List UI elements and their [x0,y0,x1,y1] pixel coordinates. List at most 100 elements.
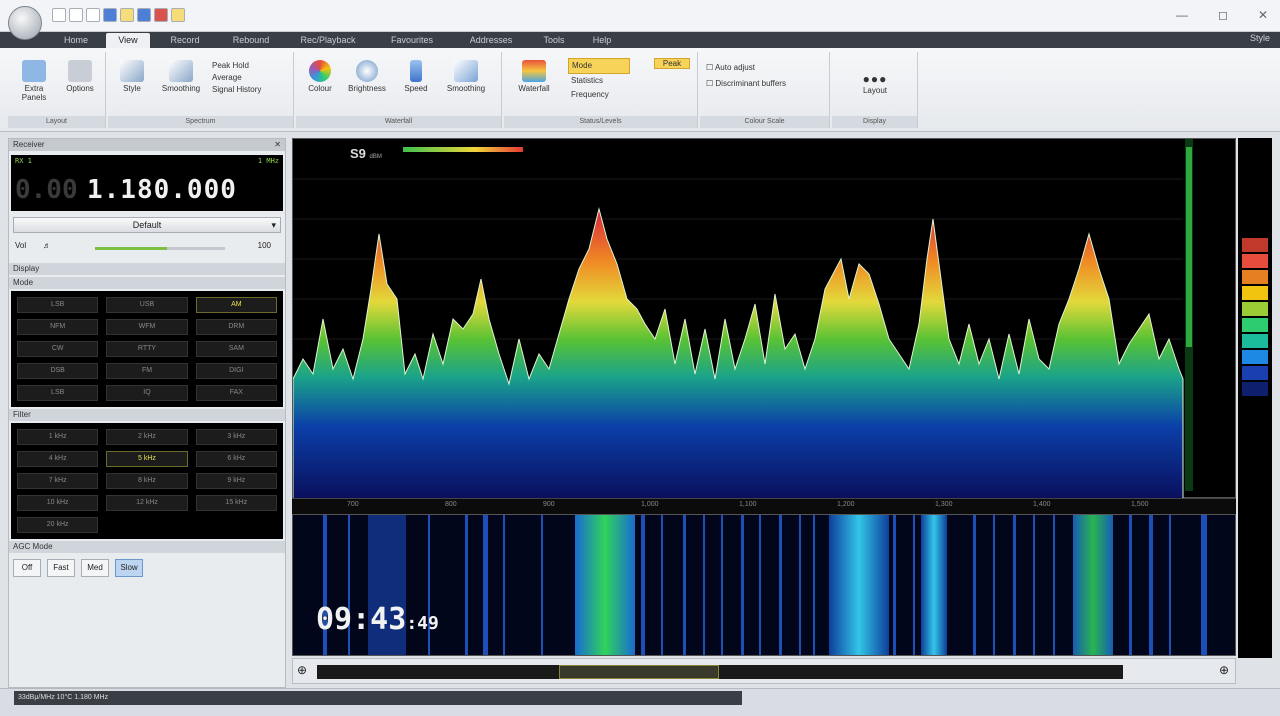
status-bar: 33dBμ/MHz 10°C 1.180 MHz [0,688,1280,716]
mode-button[interactable]: DRM [195,319,277,335]
volume-slider[interactable] [95,247,225,250]
ribbon-group-spectrum: Style Smoothing Peak Hold Average Signal… [108,52,294,128]
magnifier-icon [356,60,378,82]
options-button[interactable]: Options [58,60,102,93]
colour-scale-options[interactable]: ☐ Auto adjust ☐ Discriminant buffers [706,60,826,92]
agc-med-button[interactable]: Med [81,559,109,577]
chevron-down-icon: ▾ [271,220,276,230]
zoom-out-icon[interactable]: ⊕ [297,663,307,677]
auto-adjust-checkbox[interactable]: ☐ Auto adjust [706,60,826,76]
smoothing-button[interactable]: Smoothing [156,60,206,93]
clock-display: 09:43:49 [316,602,439,637]
style-menu[interactable]: Style [1250,33,1270,43]
tab-home[interactable]: Home [50,33,102,48]
mode-button[interactable]: IQ [106,385,188,401]
display-section-title[interactable]: Display [9,263,285,275]
mode-button[interactable]: AM [195,297,277,313]
filter-button[interactable]: 9 kHz [195,473,277,489]
filter-button[interactable]: 10 kHz [17,495,99,511]
status-text: 33dBμ/MHz 10°C 1.180 MHz [14,691,742,705]
mode-button[interactable]: DSB [17,363,99,379]
tab-help[interactable]: Help [582,33,622,48]
close-icon[interactable]: ✕ [1258,8,1268,22]
frequency-value[interactable]: 1.180.000 [87,175,237,205]
brightness-button[interactable]: Brightness [342,60,392,93]
filter-button[interactable]: 15 kHz [195,495,277,511]
average-option[interactable]: Average [212,72,288,84]
tab-tools[interactable]: Tools [534,33,574,48]
maximize-icon[interactable]: ◻ [1218,8,1228,22]
tab-rebound[interactable]: Rebound [222,33,280,48]
filter-button[interactable]: 20 kHz [17,517,99,533]
zoom-in-icon[interactable]: ⊕ [1219,663,1229,677]
tab-record[interactable]: Record [156,33,214,48]
panel-close-icon[interactable]: ✕ [274,139,281,151]
filter-button[interactable]: 6 kHz [195,451,277,467]
colour-scale-bar[interactable] [1238,138,1272,658]
style-button[interactable]: Style [112,60,152,93]
agc-slow-button[interactable]: Slow [115,559,143,577]
folder-icon[interactable] [171,8,185,22]
tab-view[interactable]: View [106,33,150,48]
status-options[interactable]: Mode Statistics Frequency [568,58,630,102]
mode-button[interactable]: USB [106,297,188,313]
new-icon[interactable] [52,8,66,22]
filter-button[interactable]: 7 kHz [17,473,99,489]
spectrum-display[interactable] [292,138,1236,500]
discriminant-buffers-checkbox[interactable]: ☐ Discriminant buffers [706,76,826,92]
mode-button[interactable]: NFM [17,319,99,335]
ruler-tick-label: 900 [543,501,555,508]
mode-button[interactable]: LSB [17,385,99,401]
filter-button[interactable]: 5 kHz [106,451,188,467]
group-title: Display [832,116,917,128]
filter-button[interactable]: 8 kHz [106,473,188,489]
tab-favourites[interactable]: Favourites [376,33,448,48]
extra-panels-button[interactable]: Extra Panels [14,60,54,102]
agc-fast-button[interactable]: Fast [47,559,75,577]
mode-button[interactable]: RTTY [106,341,188,357]
agc-off-button[interactable]: Off [13,559,41,577]
mode-button[interactable]: CW [17,341,99,357]
mode-option[interactable]: Mode [568,58,630,74]
filter-button[interactable]: 3 kHz [195,429,277,445]
save-icon[interactable] [86,8,100,22]
speed-button[interactable]: Speed [396,60,436,93]
waterfall-button[interactable]: Waterfall [508,60,560,93]
navigator-track[interactable] [317,665,1123,679]
tab-rec-playback[interactable]: Rec/Playback [288,33,368,48]
filter-button[interactable]: 4 kHz [17,451,99,467]
frequency-navigator[interactable]: ⊕ ⊕ [292,658,1236,684]
tab-addresses[interactable]: Addresses [456,33,526,48]
spectrum-options[interactable]: Peak Hold Average Signal History [212,60,288,96]
waterfall-smoothing-button[interactable]: Smoothing [436,60,496,93]
navigator-thumb[interactable] [559,665,719,679]
app-menu-button[interactable] [8,6,42,40]
speaker-icon[interactable]: ♬ [43,241,51,250]
mode-button[interactable]: FM [106,363,188,379]
mode-button[interactable]: FAX [195,385,277,401]
peak-hold-option[interactable]: Peak Hold [212,60,288,72]
mode-button[interactable]: SAM [195,341,277,357]
redo-icon[interactable] [154,8,168,22]
peak-toggle[interactable]: Peak [654,58,690,69]
favorite-icon[interactable] [120,8,134,22]
filter-button[interactable]: 2 kHz [106,429,188,445]
signal-history-option[interactable]: Signal History [212,84,288,96]
wave-icon [454,60,478,82]
undo-icon[interactable] [137,8,151,22]
preset-dropdown[interactable]: Default ▾ [13,217,281,233]
mode-button[interactable]: DIGI [195,363,277,379]
filter-button[interactable]: 1 kHz [17,429,99,445]
colour-button[interactable]: Colour [300,60,340,93]
frequency-ruler[interactable]: 700 800 900 1,000 1,100 1,200 1,300 1,400 1,500 [292,498,1236,514]
mode-button[interactable]: WFM [106,319,188,335]
frequency-display[interactable]: RX 1 1 MHz 0.00 1.180.000 [11,155,283,211]
minimize-icon[interactable]: — [1176,8,1188,22]
mode-button[interactable]: LSB [17,297,99,313]
layout-button[interactable]: ●●● Layout [852,72,898,95]
frequency-option[interactable]: Frequency [568,88,630,102]
statistics-option[interactable]: Statistics [568,74,630,88]
filter-button[interactable]: 12 kHz [106,495,188,511]
open-icon[interactable] [69,8,83,22]
settings-icon[interactable] [103,8,117,22]
